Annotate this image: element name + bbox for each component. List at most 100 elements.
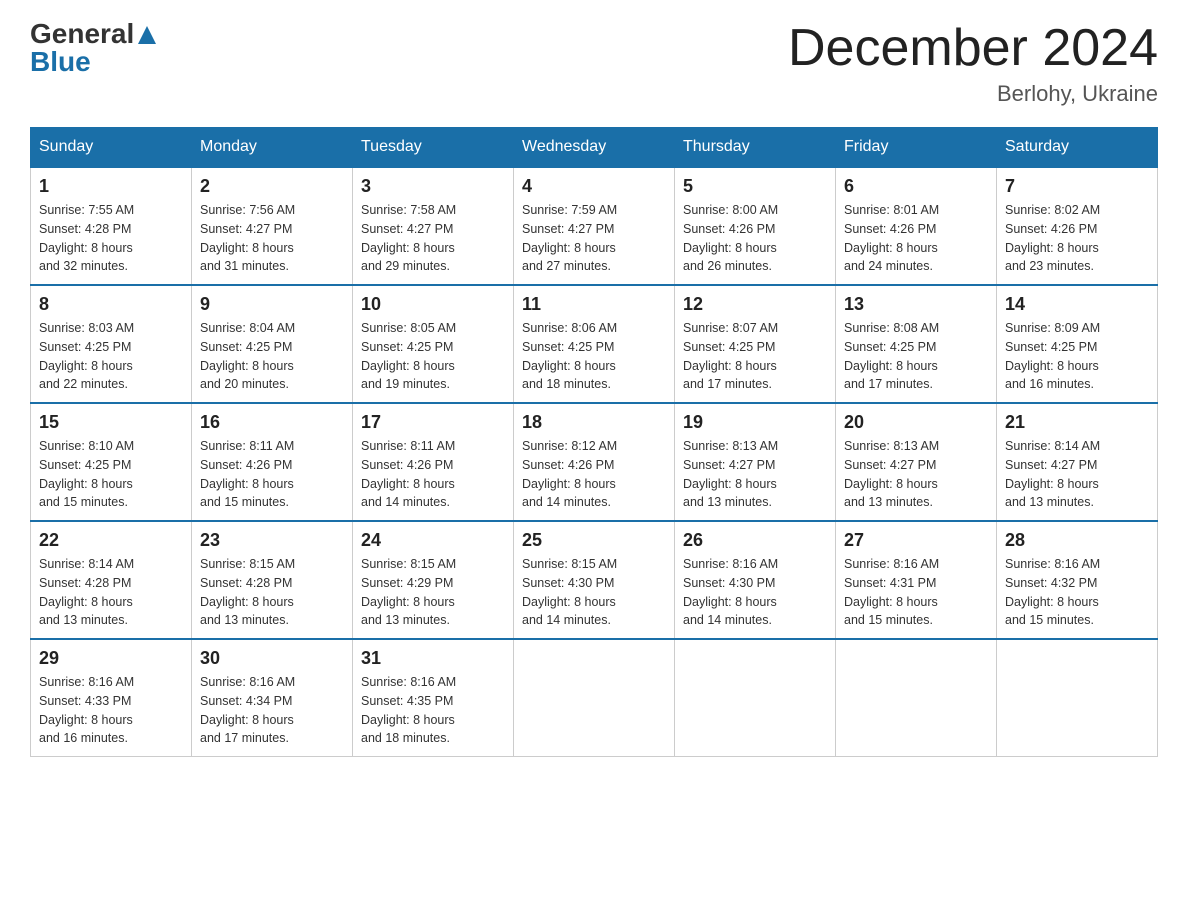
day-info: Sunrise: 7:55 AM Sunset: 4:28 PM Dayligh… bbox=[39, 201, 183, 276]
calendar-week-row: 15Sunrise: 8:10 AM Sunset: 4:25 PM Dayli… bbox=[31, 403, 1158, 521]
day-info: Sunrise: 8:13 AM Sunset: 4:27 PM Dayligh… bbox=[683, 437, 827, 512]
day-info: Sunrise: 8:14 AM Sunset: 4:27 PM Dayligh… bbox=[1005, 437, 1149, 512]
day-info: Sunrise: 8:01 AM Sunset: 4:26 PM Dayligh… bbox=[844, 201, 988, 276]
day-info: Sunrise: 7:59 AM Sunset: 4:27 PM Dayligh… bbox=[522, 201, 666, 276]
day-info: Sunrise: 8:02 AM Sunset: 4:26 PM Dayligh… bbox=[1005, 201, 1149, 276]
calendar-day-cell: 27 Sunrise: 8:16 AM Sunset: 4:31 PM Dayli… bbox=[836, 521, 997, 639]
day-number: 26 bbox=[683, 530, 827, 551]
day-number: 1 bbox=[39, 176, 183, 197]
day-number: 12 bbox=[683, 294, 827, 315]
calendar-day-cell: 7 Sunrise: 8:02 AM Sunset: 4:26 PM Daylig… bbox=[997, 167, 1158, 285]
calendar-day-cell: 16Sunrise: 8:11 AM Sunset: 4:26 PM Dayli… bbox=[192, 403, 353, 521]
day-number: 22 bbox=[39, 530, 183, 551]
calendar-day-cell: 22 Sunrise: 8:14 AM Sunset: 4:28 PM Dayli… bbox=[31, 521, 192, 639]
day-info: Sunrise: 8:00 AM Sunset: 4:26 PM Dayligh… bbox=[683, 201, 827, 276]
calendar-day-cell: 20Sunrise: 8:13 AM Sunset: 4:27 PM Dayli… bbox=[836, 403, 997, 521]
location: Berlohy, Ukraine bbox=[788, 81, 1158, 107]
day-number: 14 bbox=[1005, 294, 1149, 315]
day-info: Sunrise: 8:11 AM Sunset: 4:26 PM Dayligh… bbox=[361, 437, 505, 512]
day-info: Sunrise: 8:03 AM Sunset: 4:25 PM Dayligh… bbox=[39, 319, 183, 394]
calendar-day-cell: 19 Sunrise: 8:13 AM Sunset: 4:27 PM Dayli… bbox=[675, 403, 836, 521]
day-number: 18 bbox=[522, 412, 666, 433]
day-number: 28 bbox=[1005, 530, 1149, 551]
calendar-header-cell: Monday bbox=[192, 128, 353, 168]
day-info: Sunrise: 7:56 AM Sunset: 4:27 PM Dayligh… bbox=[200, 201, 344, 276]
day-info: Sunrise: 8:05 AM Sunset: 4:25 PM Dayligh… bbox=[361, 319, 505, 394]
day-info: Sunrise: 7:58 AM Sunset: 4:27 PM Dayligh… bbox=[361, 201, 505, 276]
day-info: Sunrise: 8:16 AM Sunset: 4:31 PM Dayligh… bbox=[844, 555, 988, 630]
day-number: 16 bbox=[200, 412, 344, 433]
day-number: 21 bbox=[1005, 412, 1149, 433]
calendar-day-cell bbox=[836, 639, 997, 757]
title-area: December 2024 Berlohy, Ukraine bbox=[788, 20, 1158, 107]
day-number: 3 bbox=[361, 176, 505, 197]
calendar-week-row: 8 Sunrise: 8:03 AM Sunset: 4:25 PM Daylig… bbox=[31, 285, 1158, 403]
day-number: 4 bbox=[522, 176, 666, 197]
day-number: 27 bbox=[844, 530, 988, 551]
day-number: 17 bbox=[361, 412, 505, 433]
day-info: Sunrise: 8:14 AM Sunset: 4:28 PM Dayligh… bbox=[39, 555, 183, 630]
calendar-day-cell: 24Sunrise: 8:15 AM Sunset: 4:29 PM Dayli… bbox=[353, 521, 514, 639]
calendar-day-cell: 2 Sunrise: 7:56 AM Sunset: 4:27 PM Daylig… bbox=[192, 167, 353, 285]
day-info: Sunrise: 8:13 AM Sunset: 4:27 PM Dayligh… bbox=[844, 437, 988, 512]
calendar-day-cell: 12 Sunrise: 8:07 AM Sunset: 4:25 PM Dayli… bbox=[675, 285, 836, 403]
calendar-day-cell: 17 Sunrise: 8:11 AM Sunset: 4:26 PM Dayli… bbox=[353, 403, 514, 521]
logo-blue-text: Blue bbox=[30, 48, 91, 76]
calendar-day-cell: 31Sunrise: 8:16 AM Sunset: 4:35 PM Dayli… bbox=[353, 639, 514, 757]
calendar-week-row: 29Sunrise: 8:16 AM Sunset: 4:33 PM Dayli… bbox=[31, 639, 1158, 757]
day-number: 8 bbox=[39, 294, 183, 315]
day-info: Sunrise: 8:16 AM Sunset: 4:30 PM Dayligh… bbox=[683, 555, 827, 630]
day-info: Sunrise: 8:08 AM Sunset: 4:25 PM Dayligh… bbox=[844, 319, 988, 394]
day-info: Sunrise: 8:09 AM Sunset: 4:25 PM Dayligh… bbox=[1005, 319, 1149, 394]
calendar-day-cell bbox=[997, 639, 1158, 757]
day-info: Sunrise: 8:06 AM Sunset: 4:25 PM Dayligh… bbox=[522, 319, 666, 394]
calendar-header-cell: Friday bbox=[836, 128, 997, 168]
calendar-week-row: 22 Sunrise: 8:14 AM Sunset: 4:28 PM Dayli… bbox=[31, 521, 1158, 639]
logo-general-text: General bbox=[30, 20, 134, 48]
day-info: Sunrise: 8:15 AM Sunset: 4:29 PM Dayligh… bbox=[361, 555, 505, 630]
day-number: 19 bbox=[683, 412, 827, 433]
day-info: Sunrise: 8:15 AM Sunset: 4:30 PM Dayligh… bbox=[522, 555, 666, 630]
day-number: 11 bbox=[522, 294, 666, 315]
calendar-header-cell: Tuesday bbox=[353, 128, 514, 168]
calendar-day-cell: 30Sunrise: 8:16 AM Sunset: 4:34 PM Dayli… bbox=[192, 639, 353, 757]
calendar-day-cell: 6Sunrise: 8:01 AM Sunset: 4:26 PM Daylig… bbox=[836, 167, 997, 285]
month-title: December 2024 bbox=[788, 20, 1158, 77]
day-info: Sunrise: 8:07 AM Sunset: 4:25 PM Dayligh… bbox=[683, 319, 827, 394]
calendar-day-cell: 28 Sunrise: 8:16 AM Sunset: 4:32 PM Dayli… bbox=[997, 521, 1158, 639]
calendar-day-cell: 5 Sunrise: 8:00 AM Sunset: 4:26 PM Daylig… bbox=[675, 167, 836, 285]
calendar-day-cell: 8 Sunrise: 8:03 AM Sunset: 4:25 PM Daylig… bbox=[31, 285, 192, 403]
day-info: Sunrise: 8:04 AM Sunset: 4:25 PM Dayligh… bbox=[200, 319, 344, 394]
day-number: 31 bbox=[361, 648, 505, 669]
day-number: 5 bbox=[683, 176, 827, 197]
day-number: 25 bbox=[522, 530, 666, 551]
day-number: 29 bbox=[39, 648, 183, 669]
logo-triangle-icon bbox=[136, 24, 158, 46]
calendar-day-cell: 10 Sunrise: 8:05 AM Sunset: 4:25 PM Dayli… bbox=[353, 285, 514, 403]
logo: General Blue bbox=[30, 20, 158, 76]
day-number: 7 bbox=[1005, 176, 1149, 197]
day-number: 15 bbox=[39, 412, 183, 433]
calendar-body: 1 Sunrise: 7:55 AM Sunset: 4:28 PM Daylig… bbox=[31, 167, 1158, 757]
calendar-day-cell: 29Sunrise: 8:16 AM Sunset: 4:33 PM Dayli… bbox=[31, 639, 192, 757]
calendar-day-cell: 23Sunrise: 8:15 AM Sunset: 4:28 PM Dayli… bbox=[192, 521, 353, 639]
calendar-day-cell bbox=[514, 639, 675, 757]
calendar-header-row: SundayMondayTuesdayWednesdayThursdayFrid… bbox=[31, 128, 1158, 168]
calendar-week-row: 1 Sunrise: 7:55 AM Sunset: 4:28 PM Daylig… bbox=[31, 167, 1158, 285]
calendar-header-cell: Thursday bbox=[675, 128, 836, 168]
calendar-day-cell: 15Sunrise: 8:10 AM Sunset: 4:25 PM Dayli… bbox=[31, 403, 192, 521]
day-info: Sunrise: 8:16 AM Sunset: 4:32 PM Dayligh… bbox=[1005, 555, 1149, 630]
day-info: Sunrise: 8:12 AM Sunset: 4:26 PM Dayligh… bbox=[522, 437, 666, 512]
day-number: 10 bbox=[361, 294, 505, 315]
day-number: 13 bbox=[844, 294, 988, 315]
calendar-day-cell: 13 Sunrise: 8:08 AM Sunset: 4:25 PM Dayli… bbox=[836, 285, 997, 403]
calendar-header-cell: Wednesday bbox=[514, 128, 675, 168]
day-number: 9 bbox=[200, 294, 344, 315]
calendar-day-cell: 21 Sunrise: 8:14 AM Sunset: 4:27 PM Dayli… bbox=[997, 403, 1158, 521]
day-number: 2 bbox=[200, 176, 344, 197]
calendar-day-cell: 11 Sunrise: 8:06 AM Sunset: 4:25 PM Dayli… bbox=[514, 285, 675, 403]
calendar-day-cell: 4 Sunrise: 7:59 AM Sunset: 4:27 PM Daylig… bbox=[514, 167, 675, 285]
day-number: 23 bbox=[200, 530, 344, 551]
calendar-day-cell: 14 Sunrise: 8:09 AM Sunset: 4:25 PM Dayli… bbox=[997, 285, 1158, 403]
calendar-header-cell: Sunday bbox=[31, 128, 192, 168]
